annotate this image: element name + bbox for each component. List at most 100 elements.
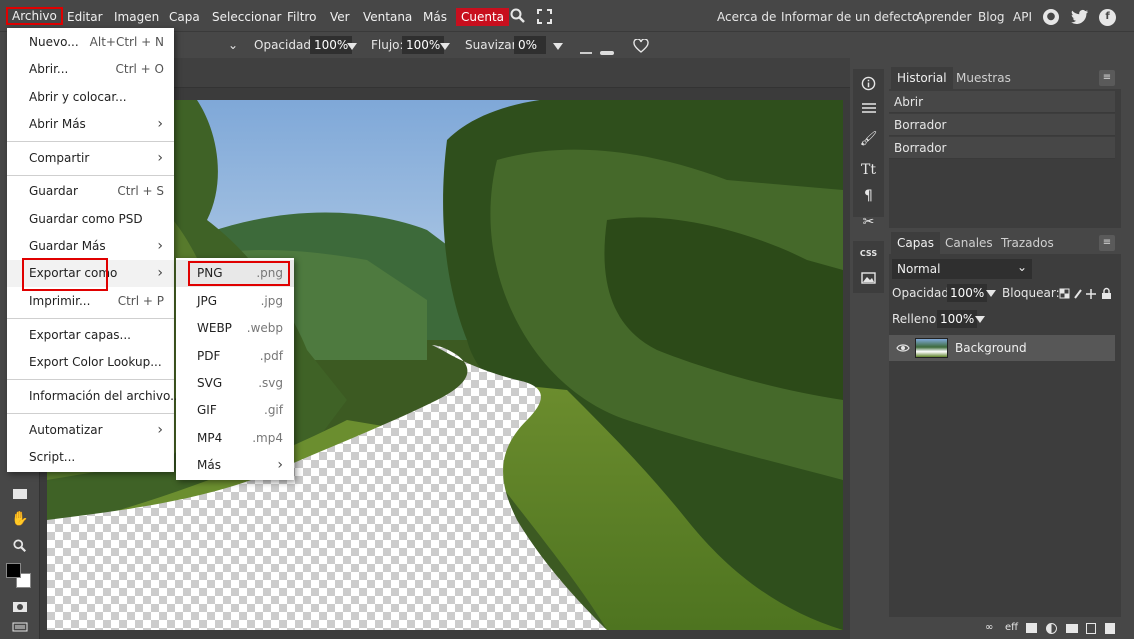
brush-preset-dropdown[interactable]: ⌄: [174, 36, 242, 54]
adjustment-layer-icon[interactable]: [1046, 623, 1057, 634]
menu-cuenta[interactable]: Cuenta: [456, 8, 510, 26]
fill-input[interactable]: 100%: [937, 310, 978, 328]
chevron-right-icon: ›: [277, 457, 283, 473]
export-format-ext: .webp: [246, 321, 283, 335]
character-icon[interactable]: Tt: [855, 158, 882, 182]
trash-icon[interactable]: [1105, 623, 1115, 634]
export-webp[interactable]: WEBP .webp: [176, 315, 294, 342]
layer-opacity-arrow-icon[interactable]: [986, 290, 996, 297]
export-format-ext: .pdf: [259, 349, 283, 363]
menu-item-automatizar[interactable]: Automatizar ›: [7, 417, 174, 444]
twitter-icon[interactable]: [1071, 9, 1089, 25]
chevron-right-icon: ›: [157, 150, 163, 166]
heart-icon[interactable]: [633, 38, 649, 53]
flow-arrow-icon[interactable]: [440, 43, 450, 50]
menu-item-guardar-mas[interactable]: Guardar Más ›: [7, 233, 174, 260]
tab-muestras[interactable]: Muestras: [950, 67, 1017, 89]
flow-label: Flujo:: [371, 38, 404, 52]
menu-editar[interactable]: Editar: [63, 8, 107, 26]
search-icon[interactable]: [510, 8, 526, 24]
menu-mas[interactable]: Más: [419, 8, 451, 26]
tab-capas[interactable]: Capas: [891, 232, 940, 254]
facebook-icon[interactable]: f: [1099, 9, 1116, 26]
menu-item-compartir[interactable]: Compartir ›: [7, 145, 174, 172]
menu-item-shortcut: Ctrl + S: [117, 184, 164, 198]
export-format-label: WEBP: [197, 321, 232, 335]
smooth-input[interactable]: 0%: [514, 36, 546, 54]
history-entry[interactable]: Abrir: [889, 91, 1115, 113]
fill-arrow-icon[interactable]: [975, 316, 985, 323]
opacity-input[interactable]: 100%: [310, 36, 353, 54]
link-layers-icon[interactable]: ∞: [985, 622, 993, 633]
tab-historial[interactable]: Historial: [891, 67, 953, 89]
color-swatches[interactable]: [6, 563, 34, 591]
folder-icon[interactable]: [1066, 624, 1078, 633]
right-mini-toolbar: 🖌 Tt ¶ ✂ CSS: [853, 58, 884, 639]
history-entry[interactable]: Borrador: [889, 137, 1115, 159]
quick-mask-icon[interactable]: [8, 596, 32, 618]
paragraph-icon[interactable]: ¶: [855, 184, 882, 208]
tab-trazados[interactable]: Trazados: [995, 232, 1060, 254]
menu-imagen[interactable]: Imagen: [110, 8, 163, 26]
brush-stroke-icon[interactable]: [580, 44, 614, 55]
menu-item-export-color-lookup[interactable]: Export Color Lookup...: [7, 349, 174, 376]
link-informar-defecto[interactable]: Informar de un defecto: [781, 8, 919, 26]
zoom-tool-icon[interactable]: [8, 535, 32, 557]
export-mp4[interactable]: MP4 .mp4: [176, 425, 294, 452]
flow-input[interactable]: 100%: [402, 36, 445, 54]
screen-mode-icon[interactable]: [8, 616, 32, 638]
mask-icon[interactable]: [1026, 623, 1037, 633]
layers-panel-menu-icon[interactable]: ≡: [1099, 235, 1115, 251]
export-format-label: JPG: [197, 294, 218, 308]
layer-opacity-input[interactable]: 100%: [947, 284, 988, 302]
menu-item-informacion-archivo[interactable]: Información del archivo...: [7, 383, 182, 410]
menu-filtro[interactable]: Filtro: [283, 8, 320, 26]
rectangle-tool-icon[interactable]: [8, 483, 32, 505]
menu-capa[interactable]: Capa: [165, 8, 204, 26]
adjustments-icon[interactable]: [855, 96, 882, 120]
menu-item-script[interactable]: Script...: [7, 444, 174, 471]
link-acerca-de[interactable]: Acerca de: [717, 8, 776, 26]
menu-item-abrir-y-colocar[interactable]: Abrir y colocar...: [7, 84, 174, 111]
menu-item-guardar-psd[interactable]: Guardar como PSD: [7, 206, 174, 233]
layer-row[interactable]: Background: [889, 335, 1115, 361]
css-icon[interactable]: CSS: [855, 241, 882, 265]
menu-item-abrir-mas[interactable]: Abrir Más ›: [7, 111, 174, 138]
menu-item-imprimir[interactable]: Imprimir... Ctrl + P: [7, 288, 174, 315]
tools-icon[interactable]: ✂: [855, 210, 882, 234]
tab-canales[interactable]: Canales: [939, 232, 999, 254]
eye-icon[interactable]: [896, 341, 910, 355]
fill-label: Relleno:: [892, 312, 941, 326]
brush-settings-icon[interactable]: 🖌: [855, 127, 882, 151]
history-panel-menu-icon[interactable]: ≡: [1099, 70, 1115, 86]
info-icon[interactable]: [855, 71, 882, 95]
reddit-icon[interactable]: ●: [1043, 9, 1059, 25]
menu-item-exportar-capas[interactable]: Exportar capas...: [7, 322, 174, 349]
fullscreen-icon[interactable]: [537, 9, 552, 24]
export-mas[interactable]: Más ›: [176, 452, 294, 479]
blend-mode-select[interactable]: Normal ⌄: [892, 259, 1032, 279]
export-jpg[interactable]: JPG .jpg: [176, 288, 294, 315]
opacity-arrow-icon[interactable]: [347, 43, 357, 50]
image-icon[interactable]: [855, 266, 882, 290]
history-entry[interactable]: Borrador: [889, 114, 1115, 136]
menu-item-nuevo[interactable]: Nuevo... Alt+Ctrl + N: [7, 29, 174, 56]
export-pdf[interactable]: PDF .pdf: [176, 343, 294, 370]
link-api[interactable]: API: [1013, 8, 1032, 26]
lock-icons[interactable]: [1059, 287, 1117, 300]
smooth-arrow-icon[interactable]: [553, 43, 563, 50]
new-layer-icon[interactable]: [1086, 623, 1096, 634]
export-svg[interactable]: SVG .svg: [176, 370, 294, 397]
effects-button[interactable]: eff: [1005, 622, 1018, 633]
menu-item-guardar[interactable]: Guardar Ctrl + S: [7, 178, 174, 205]
menu-item-abrir[interactable]: Abrir... Ctrl + O: [7, 56, 174, 83]
link-blog[interactable]: Blog: [978, 8, 1005, 26]
menu-seleccionar[interactable]: Seleccionar: [208, 8, 285, 26]
hand-tool-icon[interactable]: ✋: [8, 508, 32, 530]
export-format-label: GIF: [197, 403, 217, 417]
menu-ventana[interactable]: Ventana: [359, 8, 416, 26]
menu-ver[interactable]: Ver: [326, 8, 354, 26]
menu-archivo[interactable]: Archivo: [6, 7, 63, 25]
export-gif[interactable]: GIF .gif: [176, 397, 294, 424]
link-aprender[interactable]: Aprender: [916, 8, 971, 26]
